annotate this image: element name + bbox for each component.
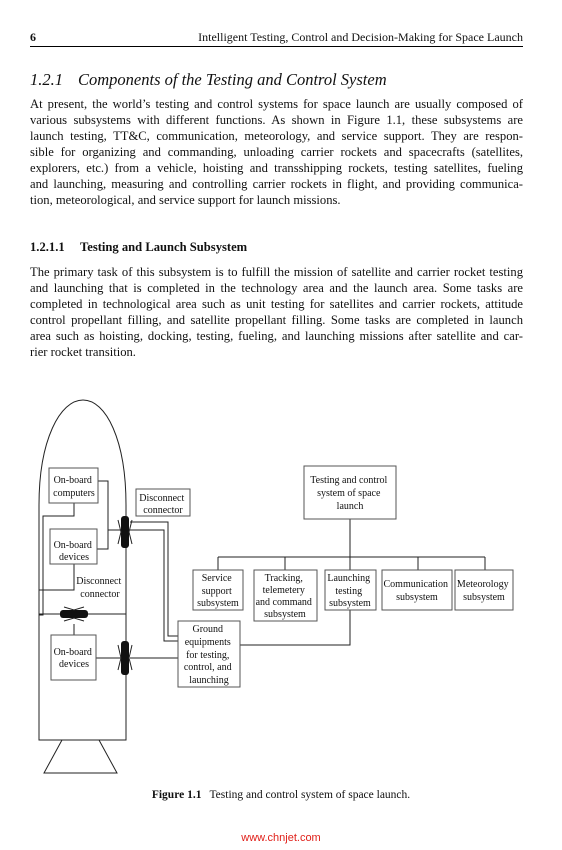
connector-upper — [117, 516, 133, 548]
rocket-body — [38, 399, 127, 741]
onboard-devices-lower-label: On-board devices — [54, 647, 95, 670]
watermark: www.chnjet.com — [241, 832, 321, 844]
figure-diagram: On-board computers On-board devices Disc… — [38, 399, 514, 774]
figure-label: Figure 1.1 — [151, 789, 202, 801]
subsystem-box-communication — [381, 569, 453, 611]
figure-caption: Figure 1.1 Testing and control system of … — [0, 789, 562, 801]
figure-caption-text: Testing and control system of space laun… — [209, 789, 411, 801]
disconnect-external-label: Disconnect connector — [139, 493, 187, 516]
connector-middle — [60, 606, 88, 622]
onboard-devices-upper-label: On-board devices — [54, 540, 95, 563]
subsystem-box-meteorology — [454, 569, 514, 611]
subsystem-label-service: Service support subsystem — [197, 573, 239, 609]
disconnect-internal-label: Disconnect connector — [76, 576, 124, 600]
rocket-nozzle — [43, 739, 118, 774]
